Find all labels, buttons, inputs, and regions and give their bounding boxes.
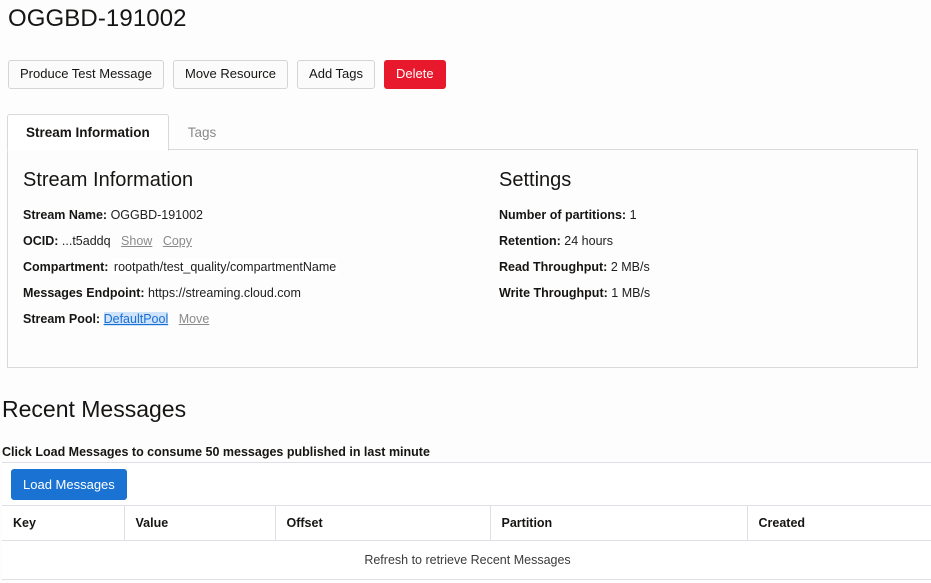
read-throughput-value: 2 MB/s: [611, 260, 650, 274]
field-read-throughput: Read Throughput: 2 MB/s: [499, 260, 899, 275]
stream-name-value: OGGBD-191002: [111, 208, 203, 222]
field-number-of-partitions: Number of partitions: 1: [499, 208, 899, 223]
column-header-value[interactable]: Value: [124, 506, 275, 541]
partitions-label: Number of partitions:: [499, 208, 626, 222]
stream-pool-label: Stream Pool:: [23, 312, 100, 326]
field-retention: Retention: 24 hours: [499, 234, 899, 249]
stream-information-heading: Stream Information: [23, 168, 493, 192]
table-empty-row: Refresh to retrieve Recent Messages: [2, 541, 931, 580]
column-header-created[interactable]: Created: [747, 506, 931, 541]
field-write-throughput: Write Throughput: 1 MB/s: [499, 286, 899, 301]
recent-messages-hint: Click Load Messages to consume 50 messag…: [2, 445, 430, 459]
field-compartment: Compartment: rootpath/test_quality/compa…: [23, 260, 493, 275]
messages-endpoint-label: Messages Endpoint:: [23, 286, 145, 300]
ocid-show-link[interactable]: Show: [121, 234, 152, 248]
write-throughput-label: Write Throughput:: [499, 286, 608, 300]
partitions-value: 1: [630, 208, 637, 222]
ocid-label: OCID:: [23, 234, 58, 248]
action-toolbar: Produce Test Message Move Resource Add T…: [8, 60, 446, 89]
column-header-offset[interactable]: Offset: [275, 506, 490, 541]
page-title: OGGBD-191002: [8, 5, 187, 33]
recent-messages-heading: Recent Messages: [2, 396, 186, 423]
field-stream-name: Stream Name: OGGBD-191002: [23, 208, 493, 223]
recent-messages-table-container: Load Messages Key Value Offset Partition…: [2, 462, 931, 580]
column-header-key[interactable]: Key: [2, 506, 124, 541]
empty-state-message: Refresh to retrieve Recent Messages: [2, 541, 931, 580]
delete-button[interactable]: Delete: [384, 60, 446, 89]
write-throughput-value: 1 MB/s: [611, 286, 650, 300]
stream-pool-move-link[interactable]: Move: [179, 312, 210, 326]
load-messages-button[interactable]: Load Messages: [11, 469, 127, 500]
compartment-value: rootpath/test_quality/compartmentName: [112, 259, 338, 275]
column-header-partition[interactable]: Partition: [490, 506, 747, 541]
field-messages-endpoint: Messages Endpoint: https://streaming.clo…: [23, 286, 493, 301]
retention-label: Retention:: [499, 234, 561, 248]
add-tags-button[interactable]: Add Tags: [297, 60, 375, 89]
stream-name-label: Stream Name:: [23, 208, 107, 222]
tab-tags[interactable]: Tags: [169, 114, 236, 150]
tab-stream-information[interactable]: Stream Information: [7, 114, 169, 151]
field-ocid: OCID: ...t5addq Show Copy: [23, 234, 493, 249]
table-header-row: Key Value Offset Partition Created: [2, 506, 931, 541]
settings-column: Settings Number of partitions: 1 Retenti…: [499, 168, 899, 312]
compartment-label: Compartment:: [23, 260, 108, 274]
produce-test-message-button[interactable]: Produce Test Message: [8, 60, 164, 89]
settings-heading: Settings: [499, 168, 899, 192]
tab-bar: Stream Information Tags: [7, 114, 235, 150]
move-resource-button[interactable]: Move Resource: [173, 60, 288, 89]
stream-pool-link[interactable]: DefaultPool: [104, 312, 169, 326]
recent-messages-table: Key Value Offset Partition Created Refre…: [2, 506, 931, 580]
read-throughput-label: Read Throughput:: [499, 260, 607, 274]
retention-value: 24 hours: [564, 234, 613, 248]
table-toolbar: Load Messages: [2, 463, 931, 506]
field-stream-pool: Stream Pool: DefaultPool Move: [23, 312, 493, 327]
stream-information-column: Stream Information Stream Name: OGGBD-19…: [23, 168, 493, 338]
ocid-value: ...t5addq: [62, 234, 111, 248]
ocid-copy-link[interactable]: Copy: [163, 234, 192, 248]
messages-endpoint-value: https://streaming.cloud.com: [148, 286, 301, 300]
stream-information-panel: Stream Information Stream Name: OGGBD-19…: [7, 149, 918, 368]
stream-details-page: OGGBD-191002 Produce Test Message Move R…: [0, 0, 931, 583]
